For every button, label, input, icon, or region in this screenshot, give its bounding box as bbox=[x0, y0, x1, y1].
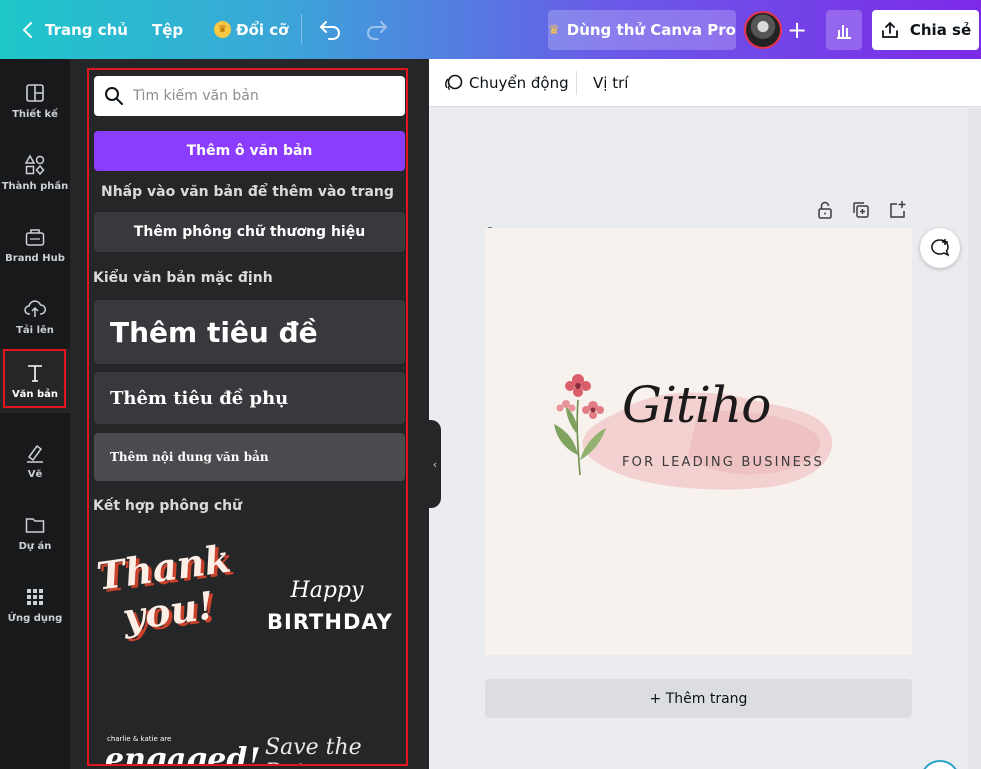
rail-label: Thiết kế bbox=[12, 109, 58, 120]
help-button[interactable] bbox=[920, 760, 960, 769]
text-panel: Thêm ô văn bản Nhấp vào văn bản để thêm … bbox=[70, 59, 494, 769]
font-combos-title: Kết hợp phông chữ bbox=[93, 498, 243, 514]
rail-item-draw[interactable]: Vẽ bbox=[0, 429, 70, 493]
crown-icon: ♛ bbox=[548, 22, 560, 38]
logo-tagline-text[interactable]: FOR LEADING BUSINESS bbox=[622, 455, 824, 470]
apps-grid-icon bbox=[27, 589, 43, 605]
default-styles-title: Kiểu văn bản mặc định bbox=[93, 270, 273, 286]
logo-script-text[interactable]: Gitiho bbox=[622, 376, 771, 434]
rail-item-projects[interactable]: Dự án bbox=[0, 501, 70, 565]
add-text-box-button[interactable]: Thêm ô văn bản bbox=[94, 131, 405, 171]
animate-label: Chuyển động bbox=[469, 74, 569, 92]
combo-birthday-text[interactable]: BIRTHDAY bbox=[267, 610, 392, 634]
add-heading-button[interactable]: Thêm tiêu đề bbox=[94, 300, 405, 364]
briefcase-icon bbox=[25, 229, 45, 246]
file-menu[interactable]: Tệp bbox=[152, 0, 183, 59]
share-button[interactable]: Chia sẻ bbox=[872, 10, 979, 50]
rail-label: Dự án bbox=[18, 541, 52, 552]
try-pro-button[interactable]: ♛ Dùng thử Canva Pro bbox=[548, 10, 736, 50]
add-brand-font-button[interactable]: Thêm phông chữ thương hiệu bbox=[94, 212, 405, 252]
add-subheading-button[interactable]: Thêm tiêu đề phụ bbox=[94, 372, 405, 424]
upload-share-icon bbox=[881, 21, 898, 38]
cloud-upload-icon bbox=[24, 300, 46, 317]
combo-thank-you[interactable]: Thank you! bbox=[94, 536, 248, 664]
share-label: Chia sẻ bbox=[909, 21, 972, 39]
collapse-panel-handle[interactable]: ‹ bbox=[429, 420, 441, 508]
search-icon bbox=[105, 87, 123, 105]
resize-button[interactable]: ♛ Đổi cỡ bbox=[214, 0, 288, 59]
panel-highlight: Thêm ô văn bản Nhấp vào văn bản để thêm … bbox=[87, 68, 408, 766]
animate-icon bbox=[445, 74, 463, 91]
redo-icon[interactable] bbox=[365, 18, 389, 40]
chevron-left-icon: ‹ bbox=[432, 457, 438, 471]
avatar[interactable] bbox=[744, 11, 782, 49]
rail-item-brand-hub[interactable]: Brand Hub bbox=[0, 213, 70, 277]
home-link[interactable]: Trang chủ bbox=[45, 0, 128, 59]
rail-label: Tải lên bbox=[16, 325, 54, 336]
combo-happy-text[interactable]: Happy bbox=[267, 578, 387, 603]
rail-item-elements[interactable]: Thành phần bbox=[0, 141, 70, 205]
canvas-scrollbar[interactable] bbox=[968, 108, 981, 769]
panel-hint: Nhấp vào văn bản để thêm vào trang bbox=[101, 184, 394, 200]
rail-label: Vẽ bbox=[27, 469, 43, 480]
combo-engaged-text[interactable]: engaged! bbox=[105, 742, 261, 764]
rail-item-design[interactable]: Thiết kế bbox=[0, 69, 70, 133]
animate-button[interactable]: Chuyển động bbox=[443, 59, 569, 107]
add-page-icon[interactable] bbox=[886, 199, 908, 221]
add-member-icon[interactable]: + bbox=[784, 13, 810, 47]
shapes-icon bbox=[24, 154, 45, 176]
chevron-left-icon[interactable] bbox=[18, 20, 38, 40]
lock-icon[interactable] bbox=[814, 199, 836, 221]
search-input[interactable] bbox=[133, 88, 383, 104]
rail-label: Thành phần bbox=[1, 181, 69, 192]
folder-icon bbox=[25, 518, 45, 533]
undo-icon[interactable] bbox=[318, 18, 342, 40]
duplicate-page-icon[interactable] bbox=[850, 199, 872, 221]
resize-label: Đổi cỡ bbox=[236, 20, 289, 39]
rail-label: Văn bản bbox=[11, 389, 59, 400]
top-bar: Trang chủ Tệp ♛ Đổi cỡ ♛ Dùng thử Canva … bbox=[0, 0, 981, 59]
toolbar-divider bbox=[576, 71, 577, 95]
toolbar-divider bbox=[301, 14, 302, 44]
text-icon bbox=[28, 365, 42, 382]
pen-icon bbox=[27, 444, 43, 463]
rail-item-uploads[interactable]: Tải lên bbox=[0, 285, 70, 349]
layout-icon bbox=[26, 84, 44, 102]
rail-item-text[interactable]: Văn bản bbox=[0, 349, 70, 413]
bar-chart-icon bbox=[837, 25, 851, 39]
add-page-button[interactable]: + Thêm trang bbox=[485, 679, 912, 718]
combo-save-date-text[interactable]: Save the Date bbox=[265, 735, 406, 764]
add-comment-icon bbox=[931, 239, 950, 257]
insights-button[interactable] bbox=[826, 10, 862, 50]
crown-icon: ♛ bbox=[214, 21, 231, 38]
try-pro-label: Dùng thử Canva Pro bbox=[566, 21, 736, 39]
rail-item-apps[interactable]: Ứng dụng bbox=[0, 573, 70, 637]
search-bar[interactable] bbox=[94, 76, 405, 116]
side-rail: Thiết kế Thành phần Brand Hub Tải lên Vă… bbox=[0, 59, 70, 769]
rail-label: Brand Hub bbox=[5, 253, 65, 264]
comment-button[interactable] bbox=[920, 228, 960, 268]
position-button[interactable]: Vị trí bbox=[593, 59, 628, 107]
editor-toolbar: Chuyển động Vị trí bbox=[429, 59, 981, 107]
add-body-text-button[interactable]: Thêm nội dung văn bản bbox=[94, 433, 405, 481]
rail-label: Ứng dụng bbox=[7, 613, 63, 624]
